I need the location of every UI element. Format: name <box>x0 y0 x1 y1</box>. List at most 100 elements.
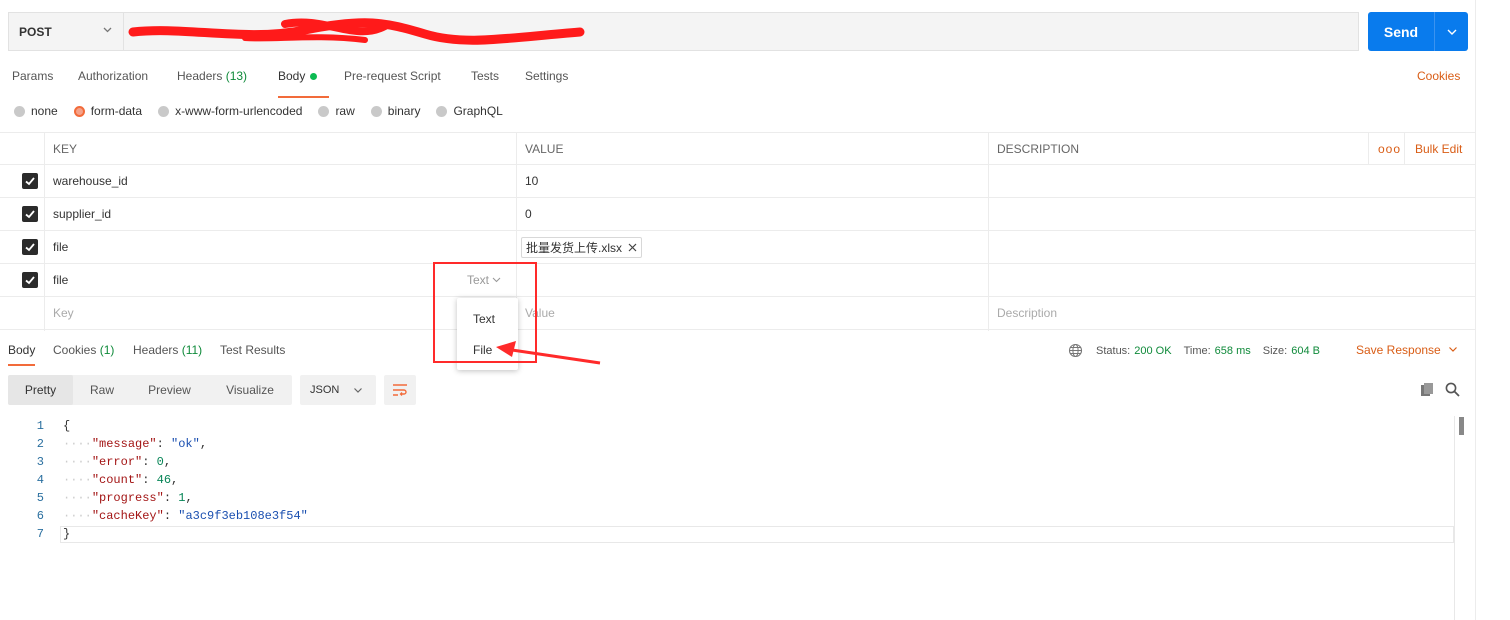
line-number: 1 <box>36 419 44 433</box>
radio-icon <box>370 105 382 117</box>
code-line: ····"cacheKey": "a3c9f3eb108e3f54" <box>63 509 308 523</box>
cookies-link[interactable]: Cookies <box>1417 69 1460 83</box>
tab-tests[interactable]: Tests <box>471 69 499 83</box>
chevron-down-icon <box>1449 347 1458 352</box>
tab-count: (13) <box>225 69 248 83</box>
save-response-button[interactable]: Save Response <box>1356 343 1458 357</box>
search-icon[interactable] <box>1445 382 1460 397</box>
row-checkbox[interactable] <box>22 206 38 222</box>
value-cell[interactable]: 0 <box>525 198 532 230</box>
send-options-button[interactable] <box>1434 12 1469 51</box>
response-status: Status: 200 OK Time: 658 ms Size: 604 B <box>1068 343 1332 358</box>
tab-settings[interactable]: Settings <box>525 69 568 83</box>
code-line: { <box>63 419 71 433</box>
status-label: Status: <box>1096 344 1131 357</box>
redaction-scribble <box>128 18 585 45</box>
value-header: VALUE <box>525 142 564 156</box>
globe-icon[interactable] <box>1068 343 1083 358</box>
tab-authorization[interactable]: Authorization <box>78 69 148 83</box>
radio-graphql[interactable]: GraphQL <box>436 104 503 118</box>
description-placeholder[interactable]: Description <box>997 297 1057 329</box>
radio-icon <box>14 105 25 117</box>
save-response-label: Save Response <box>1356 343 1441 357</box>
wrap-lines-button[interactable] <box>384 375 416 405</box>
radio-raw[interactable]: raw <box>318 104 355 118</box>
radio-label: form-data <box>90 104 143 118</box>
key-cell[interactable]: warehouse_id <box>53 165 128 197</box>
radio-label: GraphQL <box>453 104 503 118</box>
radio-binary[interactable]: binary <box>370 104 421 118</box>
table-header-row: KEY VALUE DESCRIPTION ooo Bulk Edit <box>0 132 1476 165</box>
method-select[interactable]: POST <box>9 13 124 50</box>
tab-label: Authorization <box>78 69 149 83</box>
table-row: warehouse_id 10 <box>0 165 1476 198</box>
tab-test-results[interactable]: Test Results <box>220 343 285 357</box>
view-raw[interactable]: Raw <box>73 375 131 405</box>
tab-count: (11) <box>181 343 203 357</box>
tab-label: Body <box>278 69 306 83</box>
key-cell[interactable]: supplier_id <box>53 198 111 230</box>
view-visualize[interactable]: Visualize <box>208 375 292 405</box>
copy-icon[interactable] <box>1420 382 1435 397</box>
radio-icon <box>318 105 330 117</box>
time-value: 658 ms <box>1214 344 1251 357</box>
line-number: 6 <box>36 509 44 523</box>
radio-label: raw <box>335 104 355 118</box>
code-scrollbar[interactable] <box>1454 416 1463 620</box>
tab-body[interactable]: Body <box>278 69 330 98</box>
row-checkbox[interactable] <box>22 272 38 288</box>
key-placeholder[interactable]: Key <box>53 297 74 329</box>
more-options-icon[interactable]: ooo <box>1378 133 1401 165</box>
radio-label: x-www-form-urlencoded <box>175 104 303 118</box>
key-cell[interactable]: file <box>53 264 68 296</box>
radio-x-www-form-urlencoded[interactable]: x-www-form-urlencoded <box>158 104 302 118</box>
line-number: 4 <box>36 473 44 487</box>
tab-response-body[interactable]: Body <box>8 343 36 366</box>
radio-label: binary <box>387 104 421 118</box>
remove-file-icon[interactable] <box>628 243 637 252</box>
code-line: ····"count": 46, <box>63 473 179 487</box>
value-cell[interactable]: 10 <box>525 165 538 197</box>
body-type-options: none form-data x-www-form-urlencoded raw… <box>14 104 519 118</box>
annotation-arrow-icon <box>496 341 601 365</box>
line-number: 2 <box>36 437 44 451</box>
scroll-thumb[interactable] <box>1459 417 1464 435</box>
column-divider <box>988 132 989 331</box>
row-checkbox[interactable] <box>22 173 38 189</box>
send-button[interactable]: Send <box>1368 12 1434 51</box>
column-divider <box>44 132 45 331</box>
view-pretty[interactable]: Pretty <box>8 375 73 405</box>
tab-label: Headers <box>133 343 179 357</box>
table-row: supplier_id 0 <box>0 198 1476 231</box>
radio-icon <box>158 105 170 117</box>
key-header: KEY <box>53 142 78 156</box>
tab-label: Pre-request Script <box>344 69 441 83</box>
tab-label: Settings <box>525 69 569 83</box>
send-button-group: Send <box>1368 12 1468 51</box>
bulk-edit-link[interactable]: Bulk Edit <box>1415 133 1462 165</box>
tab-pre-request-script[interactable]: Pre-request Script <box>344 69 441 83</box>
column-divider <box>1368 132 1369 165</box>
tab-count: (1) <box>99 343 115 357</box>
tab-label: Headers <box>177 69 223 83</box>
line-number: 3 <box>36 455 44 469</box>
chevron-down-icon <box>102 24 113 38</box>
radio-label: none <box>31 104 58 118</box>
format-label: JSON <box>310 384 340 396</box>
radio-form-data[interactable]: form-data <box>73 104 143 118</box>
tab-response-cookies[interactable]: Cookies (1) <box>53 343 114 357</box>
radio-none[interactable]: none <box>14 104 58 118</box>
chevron-down-icon <box>354 388 363 393</box>
chevron-down-icon <box>1447 29 1457 35</box>
row-checkbox[interactable] <box>22 239 38 255</box>
code-line: } <box>63 527 71 541</box>
view-preview[interactable]: Preview <box>131 375 208 405</box>
key-cell[interactable]: file <box>53 231 68 263</box>
tab-response-headers[interactable]: Headers (11) <box>133 343 202 357</box>
file-chip: 批量发货上传.xlsx <box>521 236 643 258</box>
tab-params[interactable]: Params <box>12 69 53 83</box>
tab-headers[interactable]: Headers (13) <box>177 69 247 83</box>
table-row: file <box>0 264 1476 297</box>
table-row-new: Key Value Description <box>0 297 1476 330</box>
format-select[interactable]: JSON <box>300 375 376 405</box>
